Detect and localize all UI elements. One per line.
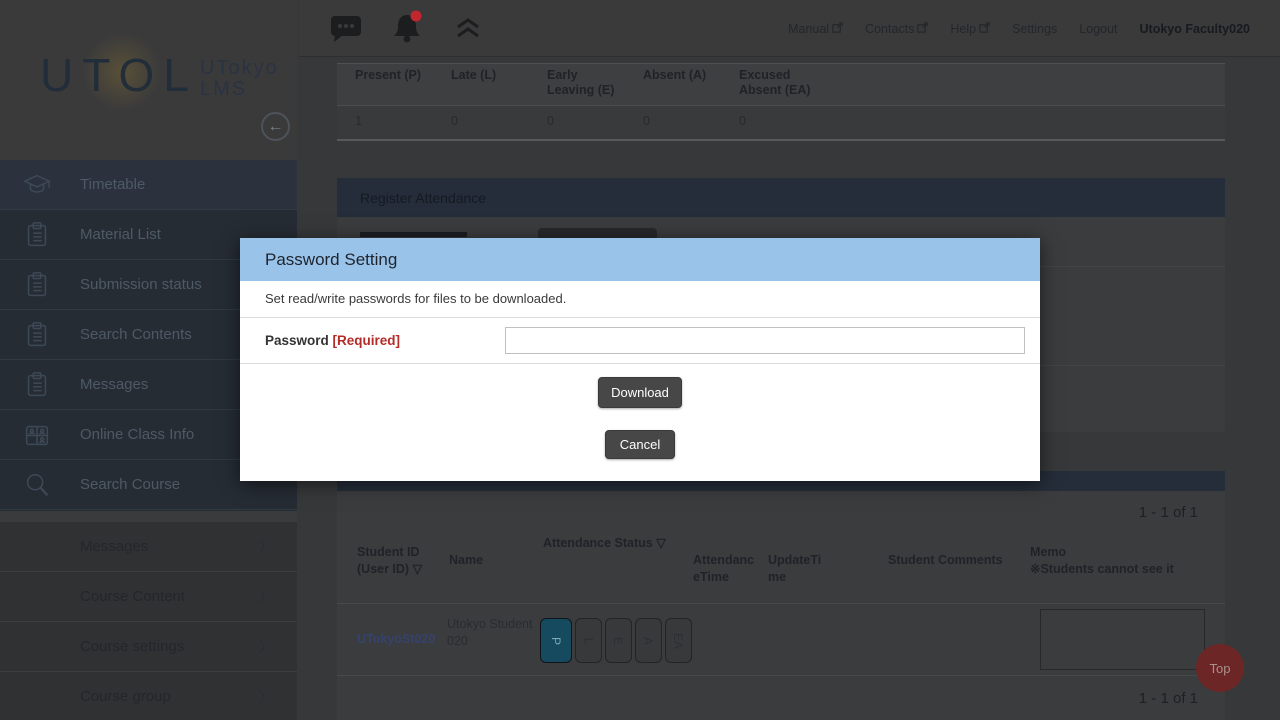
user-name: Utokyo Faculty020 <box>1140 22 1250 36</box>
sidebar-subitem-messages[interactable]: Messages 〉 <box>0 522 297 572</box>
manual-link[interactable]: Manual <box>788 22 843 36</box>
back-to-top-button[interactable]: Top <box>1196 644 1244 692</box>
col-header-attendance-status[interactable]: Attendance Status ▽ <box>543 535 666 552</box>
student-name: Utokyo Student020 <box>447 616 535 650</box>
memo-textarea[interactable] <box>1040 609 1205 670</box>
table-divider <box>337 603 1225 604</box>
required-badge: [Required] <box>333 333 401 348</box>
logo-area: UTOL UTokyo LMS ← <box>0 0 297 160</box>
col-header-student-id[interactable]: Student ID (User ID) ▽ <box>357 544 422 578</box>
password-input[interactable] <box>505 327 1025 354</box>
col-header-student-comments: Student Comments <box>888 552 1003 569</box>
back-arrow-icon: ← <box>268 118 284 136</box>
search-icon <box>22 470 52 500</box>
status-button-absent[interactable]: A <box>635 618 662 663</box>
topbar-links: Manual Contacts Help Settings Logout Uto… <box>788 0 1250 57</box>
col-header-memo: Memo ※Students cannot see it <box>1030 544 1174 578</box>
contacts-link[interactable]: Contacts <box>865 22 928 36</box>
download-button[interactable]: Download <box>598 377 682 408</box>
table-divider <box>337 675 1225 676</box>
pagination-bottom: 1 - 1 of 1 <box>1139 690 1198 707</box>
status-button-excused-absent[interactable]: EA <box>665 618 692 663</box>
external-link-icon <box>832 22 843 36</box>
collapse-chevrons-icon[interactable] <box>455 17 481 44</box>
attendance-status-buttons: P L E A EA <box>540 618 692 663</box>
summary-header: Early Leaving (E) <box>529 64 625 105</box>
logout-link[interactable]: Logout <box>1079 22 1117 36</box>
topbar: Manual Contacts Help Settings Logout Uto… <box>299 0 1280 57</box>
register-attendance-header: Register Attendance <box>337 178 1225 217</box>
summary-value-row: 1 0 0 0 0 <box>337 106 1225 139</box>
summary-value: 1 <box>337 106 433 139</box>
cancel-button[interactable]: Cancel <box>605 430 675 459</box>
chevron-right-icon: 〉 <box>259 587 273 607</box>
clipboard-icon <box>22 220 52 250</box>
chevron-right-icon: 〉 <box>259 537 273 557</box>
sidebar-subitem-course-group[interactable]: Course group 〉 <box>0 672 297 720</box>
hidden-label-sliver <box>360 232 467 237</box>
password-setting-modal: Password Setting Set read/write password… <box>240 238 1040 481</box>
graduation-cap-icon <box>22 170 52 200</box>
modal-title: Password Setting <box>265 250 397 270</box>
summary-value: 0 <box>529 106 625 139</box>
clipboard-icon <box>22 320 52 350</box>
pagination-top: 1 - 1 of 1 <box>1139 504 1198 521</box>
chevron-right-icon: 〉 <box>259 687 273 707</box>
screen: UTOL UTokyo LMS ← Timetable Material Lis… <box>0 0 1280 720</box>
chat-icon[interactable] <box>329 12 363 49</box>
chevron-right-icon: 〉 <box>259 637 273 657</box>
summary-header: Excused Absent (EA) <box>721 64 817 105</box>
notification-bell-icon[interactable] <box>389 10 429 51</box>
summary-header: Late (L) <box>433 64 529 105</box>
external-link-icon <box>979 22 990 36</box>
modal-description: Set read/write passwords for files to be… <box>265 291 566 306</box>
help-link[interactable]: Help <box>950 22 990 36</box>
attendance-summary-table: Present (P) Late (L) Early Leaving (E) A… <box>337 63 1225 141</box>
sidebar-subitem-course-settings[interactable]: Course settings 〉 <box>0 622 297 672</box>
summary-header-row: Present (P) Late (L) Early Leaving (E) A… <box>337 64 1225 106</box>
col-header-update-time: UpdateTime <box>768 552 832 586</box>
sidebar-subitem-course-content[interactable]: Course Content 〉 <box>0 572 297 622</box>
app-logo: UTOL <box>40 48 198 102</box>
clipboard-icon <box>22 270 52 300</box>
summary-header: Present (P) <box>337 64 433 105</box>
col-header-attendance-time: AttendanceTime <box>693 552 761 586</box>
section-title: Register Attendance <box>360 190 486 206</box>
attendance-list-card: 1 - 1 of 1 Student ID (User ID) ▽ Name A… <box>337 491 1225 720</box>
sidebar-collapse-button[interactable]: ← <box>261 112 290 141</box>
modal-header: Password Setting <box>240 238 1040 281</box>
clipboard-icon <box>22 370 52 400</box>
online-class-icon <box>22 420 52 450</box>
topbar-icons <box>329 10 481 51</box>
modal-divider <box>240 363 1040 364</box>
sidebar-sub-nav: Messages 〉 Course Content 〉 Course setti… <box>0 522 297 720</box>
status-button-present[interactable]: P <box>540 618 572 663</box>
app-logo-subtitle: UTokyo LMS <box>200 58 279 100</box>
summary-header: Absent (A) <box>625 64 721 105</box>
settings-link[interactable]: Settings <box>1012 22 1057 36</box>
status-button-early-leaving[interactable]: E <box>605 618 632 663</box>
summary-value: 0 <box>625 106 721 139</box>
summary-value: 0 <box>721 106 817 139</box>
password-label: Password [Required] <box>265 333 400 348</box>
modal-divider <box>240 317 1040 318</box>
summary-value: 0 <box>433 106 529 139</box>
sidebar-item-timetable[interactable]: Timetable <box>0 160 297 210</box>
status-button-late[interactable]: L <box>575 618 602 663</box>
external-link-icon <box>917 22 928 36</box>
student-id-link[interactable]: UTokyoSt020 <box>357 632 435 646</box>
sidebar-divider-strip <box>0 511 297 522</box>
col-header-name: Name <box>449 552 483 569</box>
